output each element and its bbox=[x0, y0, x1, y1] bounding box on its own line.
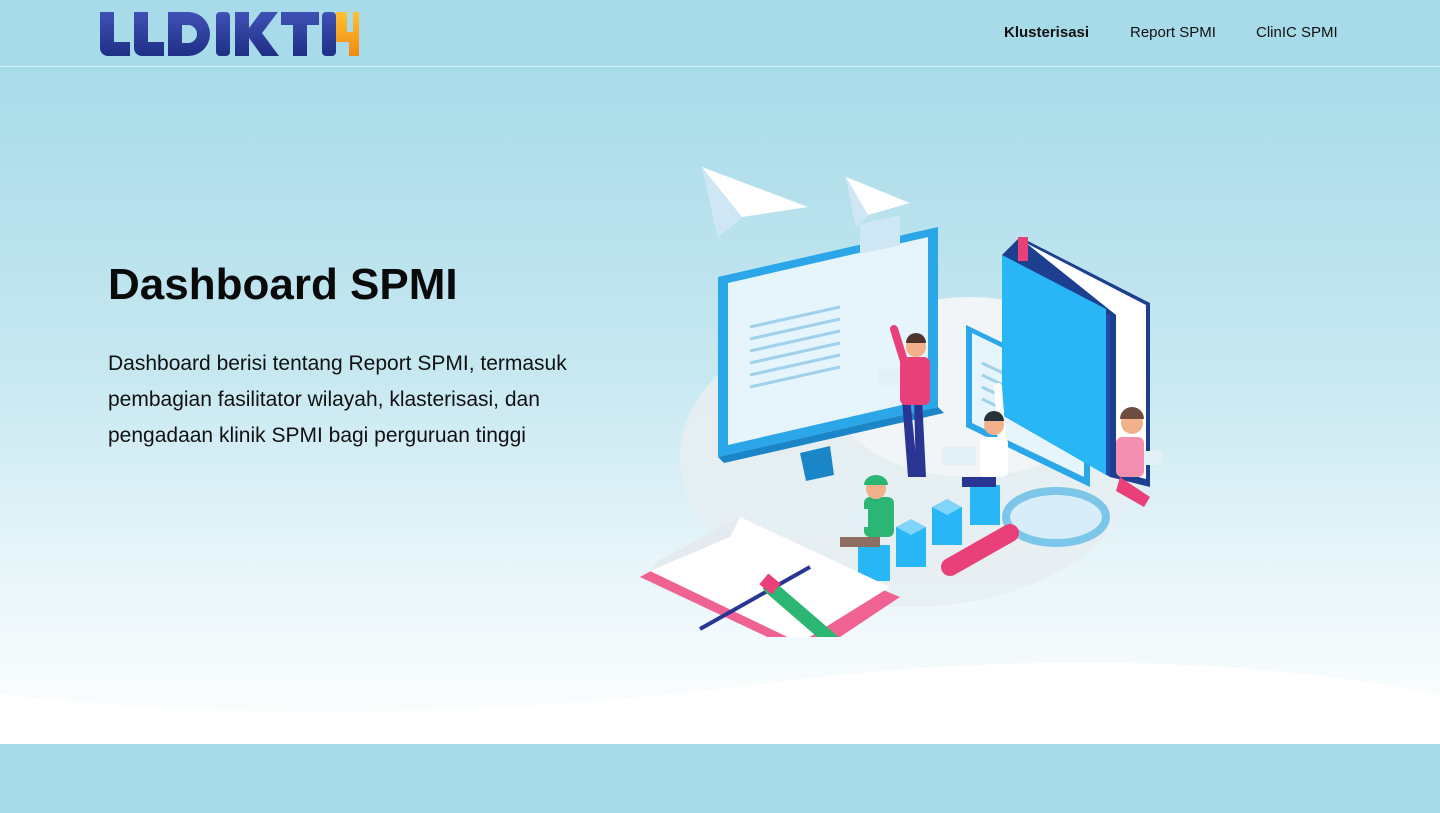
nav-klusterisasi[interactable]: Klusterisasi bbox=[1004, 23, 1089, 43]
footer-band bbox=[0, 744, 1440, 813]
navbar: Klusterisasi Report SPMI ClinIC SPMI bbox=[0, 0, 1440, 67]
education-dashboard-illustration bbox=[640, 167, 1162, 637]
nav-clinic-spmi[interactable]: ClinIC SPMI bbox=[1256, 23, 1338, 43]
hero-description: Dashboard berisi tentang Report SPMI, te… bbox=[108, 352, 567, 447]
nav-report-spmi[interactable]: Report SPMI bbox=[1130, 23, 1216, 43]
hero-title: Dashboard SPMI bbox=[108, 260, 458, 309]
hero-wave bbox=[0, 662, 1440, 744]
hero-section: Dashboard SPMI Dashboard berisi tentang … bbox=[0, 67, 1440, 744]
lldikti-logo[interactable] bbox=[98, 8, 360, 60]
person-icon bbox=[1116, 407, 1162, 507]
